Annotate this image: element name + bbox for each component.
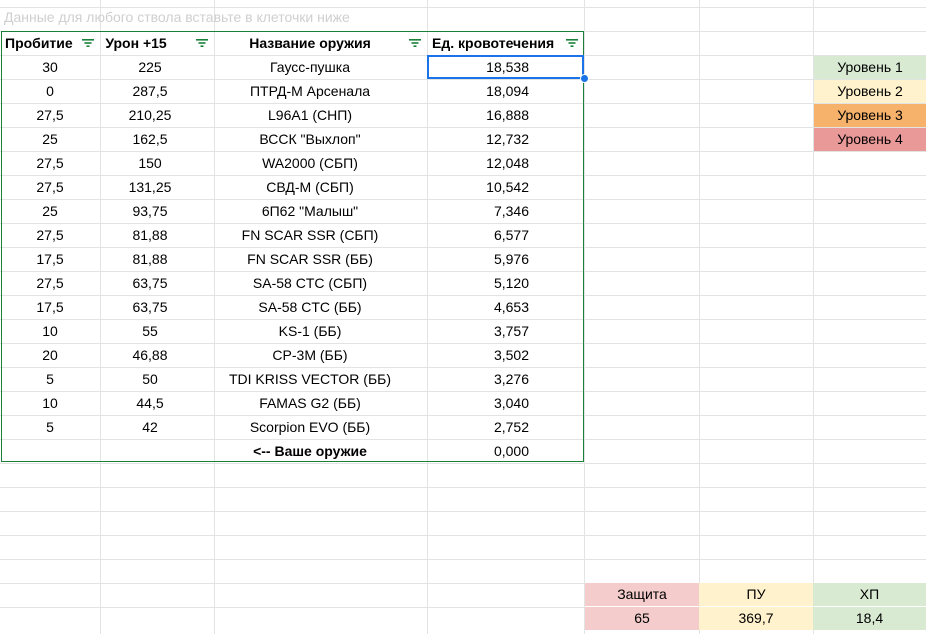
penetration-cell[interactable]: 5 [0,368,100,391]
damage-cell[interactable] [100,440,200,463]
weapon-name-cell[interactable]: Scorpion EVO (ББ) [214,416,406,439]
defense-header[interactable]: Защита [585,583,699,606]
bleed-cell[interactable]: 18,094 [427,80,584,103]
bleed-cell[interactable]: 16,888 [427,104,584,127]
penetration-cell[interactable]: 17,5 [0,248,100,271]
penetration-cell[interactable]: 10 [0,320,100,343]
filter-icon[interactable] [408,38,422,48]
weapon-name-cell[interactable]: ПТРД-М Арсенала [214,80,406,103]
bleed-cell[interactable]: 5,120 [427,272,584,295]
weapon-name-cell[interactable]: 6П62 "Малыш" [214,200,406,223]
instruction-note: Данные для любого ствола вставьте в клет… [4,9,350,25]
weapon-name-cell[interactable]: SA-58 CTC (ББ) [214,296,406,319]
weapon-name-cell[interactable]: FN SCAR SSR (ББ) [214,248,406,271]
pu-header[interactable]: ПУ [699,583,813,606]
penetration-cell[interactable]: 27,5 [0,104,100,127]
damage-cell[interactable]: 210,25 [100,104,200,127]
weapon-name-cell[interactable]: <-- Ваше оружие [214,440,406,463]
weapon-name-cell[interactable]: FN SCAR SSR (СБП) [214,224,406,247]
penetration-cell[interactable]: 20 [0,344,100,367]
penetration-cell[interactable] [0,440,100,463]
level-4-cell[interactable]: Уровень 4 [814,128,926,151]
bleed-cell[interactable]: 10,542 [427,176,584,199]
hp-header[interactable]: ХП [813,583,926,606]
bleed-cell[interactable]: 4,653 [427,296,584,319]
selected-cell-outline[interactable] [427,55,584,79]
fill-handle[interactable] [580,74,589,83]
filter-icon[interactable] [565,38,579,48]
weapon-name-cell[interactable]: L96A1 (СНП) [214,104,406,127]
penetration-cell[interactable]: 27,5 [0,224,100,247]
damage-cell[interactable]: 162,5 [100,128,200,151]
damage-cell[interactable]: 55 [100,320,200,343]
damage-cell[interactable]: 150 [100,152,200,175]
weapon-name-cell[interactable]: FAMAS G2 (ББ) [214,392,406,415]
damage-cell[interactable]: 50 [100,368,200,391]
weapon-name-cell[interactable]: CP-3M (ББ) [214,344,406,367]
penetration-cell[interactable]: 30 [0,56,100,79]
bleed-cell[interactable]: 7,346 [427,200,584,223]
damage-cell[interactable]: 44,5 [100,392,200,415]
damage-cell[interactable]: 63,75 [100,272,200,295]
header-damage[interactable]: Урон +15 [100,32,200,55]
damage-cell[interactable]: 287,5 [100,80,200,103]
filter-icon[interactable] [81,38,95,48]
damage-cell[interactable]: 81,88 [100,224,200,247]
penetration-cell[interactable]: 25 [0,200,100,223]
filter-icon[interactable] [195,38,209,48]
bleed-cell[interactable]: 6,577 [427,224,584,247]
header-weapon-name[interactable]: Название оружия [214,32,406,55]
level-3-cell[interactable]: Уровень 3 [814,104,926,127]
header-penetration-label: Пробитие [5,35,73,51]
bleed-cell[interactable]: 2,752 [427,416,584,439]
weapon-name-cell[interactable]: ВССК "Выхлоп" [214,128,406,151]
penetration-cell[interactable]: 27,5 [0,152,100,175]
penetration-cell[interactable]: 17,5 [0,296,100,319]
weapon-name-cell[interactable]: TDI KRISS VECTOR (ББ) [214,368,406,391]
penetration-cell[interactable]: 10 [0,392,100,415]
damage-cell[interactable]: 63,75 [100,296,200,319]
penetration-cell[interactable]: 5 [0,416,100,439]
penetration-cell[interactable]: 27,5 [0,176,100,199]
hp-value[interactable]: 18,4 [813,607,926,630]
header-bleed-label: Ед. кровотечения [432,35,555,51]
penetration-cell[interactable]: 27,5 [0,272,100,295]
weapon-name-cell[interactable]: KS-1 (ББ) [214,320,406,343]
penetration-cell[interactable]: 0 [0,80,100,103]
level-2-cell[interactable]: Уровень 2 [814,80,926,103]
bleed-cell[interactable]: 3,276 [427,368,584,391]
bleed-cell[interactable]: 3,502 [427,344,584,367]
bleed-cell[interactable]: 12,048 [427,152,584,175]
weapon-name-cell[interactable]: СВД-М (СБП) [214,176,406,199]
weapon-name-cell[interactable]: WA2000 (СБП) [214,152,406,175]
level-1-cell[interactable]: Уровень 1 [814,56,926,79]
penetration-cell[interactable]: 25 [0,128,100,151]
damage-cell[interactable]: 42 [100,416,200,439]
bleed-cell[interactable]: 3,757 [427,320,584,343]
damage-cell[interactable]: 131,25 [100,176,200,199]
header-damage-label: Урон +15 [105,35,167,51]
weapon-name-cell[interactable]: Гаусс-пушка [214,56,406,79]
weapon-name-cell[interactable]: SA-58 CTC (СБП) [214,272,406,295]
pu-value[interactable]: 369,7 [699,607,813,630]
header-bleed[interactable]: Ед. кровотечения [427,32,567,55]
header-weapon-name-label: Название оружия [249,35,371,51]
damage-cell[interactable]: 46,88 [100,344,200,367]
bleed-cell[interactable]: 0,000 [427,440,584,463]
defense-value[interactable]: 65 [585,607,699,630]
bleed-cell[interactable]: 12,732 [427,128,584,151]
bleed-cell[interactable]: 5,976 [427,248,584,271]
damage-cell[interactable]: 225 [100,56,200,79]
bleed-cell[interactable]: 3,040 [427,392,584,415]
damage-cell[interactable]: 81,88 [100,248,200,271]
damage-cell[interactable]: 93,75 [100,200,200,223]
